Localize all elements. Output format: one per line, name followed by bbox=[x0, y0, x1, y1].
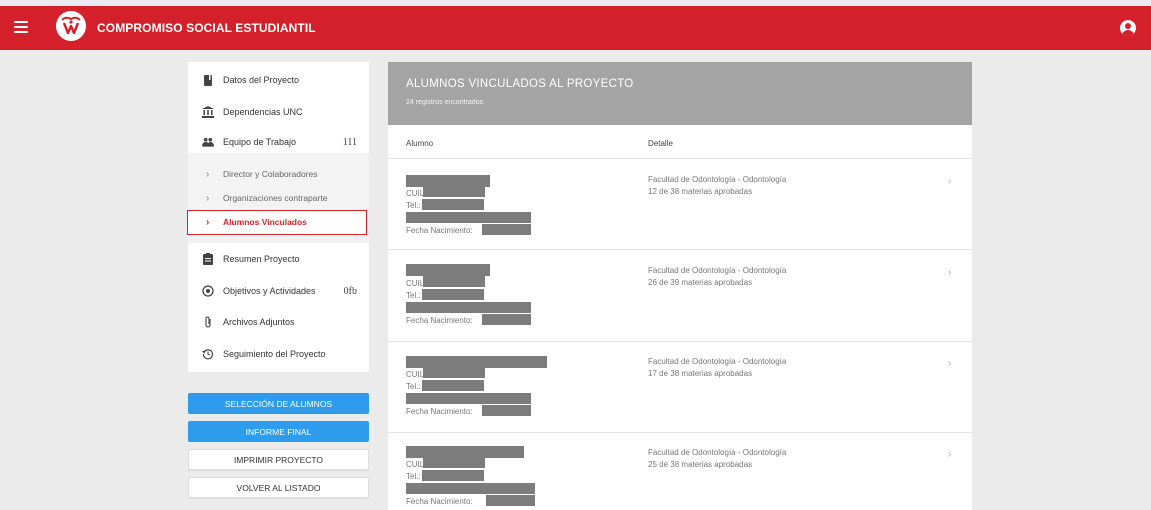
hamburger-menu-icon[interactable] bbox=[14, 21, 28, 33]
faculty-text: Facultad de Odontología - Odontología bbox=[648, 266, 787, 275]
subnav-item-director-colaboradores[interactable]: › Director y Colaboradores bbox=[188, 169, 369, 183]
item-badge: 0fb bbox=[343, 285, 357, 297]
bank-icon bbox=[202, 106, 214, 118]
panel-header: ALUMNOS VINCULADOS AL PROYECTO 24 regist… bbox=[388, 62, 972, 125]
redacted-fecha bbox=[486, 495, 535, 506]
tel-label: Tel.: bbox=[406, 382, 421, 391]
redacted-tel bbox=[422, 289, 484, 300]
column-header-alumno: Alumno bbox=[406, 139, 434, 148]
subnav-item-alumnos-vinculados[interactable]: › Alumnos Vinculados bbox=[187, 210, 367, 235]
redacted-tel bbox=[422, 380, 484, 391]
redacted-cuil bbox=[423, 457, 485, 468]
chevron-right-icon[interactable]: › bbox=[948, 449, 951, 460]
subnav-item-label: Alumnos Vinculados bbox=[223, 217, 307, 227]
sidebar-item-label: Equipo de Trabajo bbox=[223, 137, 297, 147]
redacted-email bbox=[406, 212, 531, 223]
seleccion-alumnos-button[interactable]: SELECCIÓN DE ALUMNOS bbox=[188, 393, 369, 414]
student-row[interactable]: CUIL: Tel.: Fecha Nacimiento: Facultad d… bbox=[388, 159, 972, 249]
tel-label: Tel.: bbox=[406, 201, 421, 210]
sidebar-item-dependencias-unc[interactable]: Dependencias UNC bbox=[188, 104, 369, 120]
tel-label: Tel.: bbox=[406, 291, 421, 300]
sidebar-item-label: Resumen Proyecto bbox=[223, 254, 300, 264]
redacted-cuil bbox=[423, 367, 485, 378]
subnav-item-label: Director y Colaboradores bbox=[223, 169, 318, 179]
project-sidebar: Datos del Proyecto Dependencias UNC Equi… bbox=[187, 62, 369, 372]
sidebar-item-label: Archivos Adjuntos bbox=[223, 317, 295, 327]
column-header-detalle: Detalle bbox=[648, 139, 673, 148]
fecha-label: Fecha Nacimiento: bbox=[406, 226, 473, 235]
item-badge: 111 bbox=[342, 136, 357, 148]
sidebar-item-label: Datos del Proyecto bbox=[223, 75, 300, 85]
app-title: COMPROMISO SOCIAL ESTUDIANTIL bbox=[97, 21, 316, 35]
fecha-label: Fecha Nacimiento: bbox=[406, 316, 473, 325]
tel-label: Tel.: bbox=[406, 472, 421, 481]
sidebar-item-seguimiento-proyecto[interactable]: Seguimiento del Proyecto bbox=[188, 346, 369, 362]
redacted-email bbox=[406, 302, 531, 313]
chevron-right-icon: › bbox=[206, 217, 210, 228]
redacted-email bbox=[406, 393, 531, 404]
materias-text: 26 de 39 materias aprobadas bbox=[648, 278, 753, 287]
volver-listado-button[interactable]: VOLVER AL LISTADO bbox=[188, 477, 369, 498]
chevron-right-icon: › bbox=[206, 193, 210, 204]
redacted-cuil bbox=[423, 276, 485, 287]
panel-title: ALUMNOS VINCULADOS AL PROYECTO bbox=[406, 78, 634, 90]
redacted-fecha bbox=[482, 314, 531, 325]
sidebar-item-label: Dependencias UNC bbox=[223, 107, 303, 117]
materias-text: 12 de 38 materias aprobadas bbox=[648, 187, 753, 196]
redacted-fecha bbox=[482, 224, 531, 235]
clipboard-icon bbox=[202, 253, 214, 265]
record-count: 24 registros encontrados bbox=[406, 99, 484, 106]
radio-target-icon bbox=[202, 285, 214, 297]
history-icon bbox=[202, 348, 214, 360]
chevron-right-icon[interactable]: › bbox=[948, 176, 951, 187]
app-logo-icon[interactable] bbox=[56, 11, 86, 41]
sidebar-item-resumen-proyecto[interactable]: Resumen Proyecto bbox=[188, 251, 369, 267]
fecha-label: Fecha Nacimiento: bbox=[406, 407, 473, 416]
redacted-email bbox=[406, 483, 535, 494]
sidebar-item-archivos-adjuntos[interactable]: Archivos Adjuntos bbox=[188, 314, 369, 330]
equipo-subnav: › Director y Colaboradores › Organizacio… bbox=[187, 153, 369, 243]
redacted-tel bbox=[422, 470, 484, 481]
redacted-name bbox=[406, 264, 490, 276]
imprimir-proyecto-button[interactable]: IMPRIMIR PROYECTO bbox=[188, 449, 369, 470]
sidebar-item-objetivos-actividades[interactable]: Objetivos y Actividades 0fb bbox=[188, 283, 369, 299]
materias-text: 17 de 38 materias aprobadas bbox=[648, 369, 753, 378]
student-row[interactable]: CUIL: Tel.: Fecha Nacimiento: Facultad d… bbox=[388, 433, 972, 510]
informe-final-button[interactable]: INFORME FINAL bbox=[188, 421, 369, 442]
redacted-cuil bbox=[423, 186, 485, 197]
chevron-right-icon: › bbox=[206, 169, 210, 180]
account-circle-icon[interactable] bbox=[1120, 20, 1136, 36]
fecha-label: Fecha Nacimiento: bbox=[406, 497, 473, 506]
faculty-text: Facultad de Odontología - Odontología bbox=[648, 448, 787, 457]
subnav-item-label: Organizaciones contraparte bbox=[223, 193, 328, 203]
redacted-tel bbox=[422, 199, 484, 210]
materias-text: 25 de 38 materias aprobadas bbox=[648, 460, 753, 469]
sidebar-item-datos-proyecto[interactable]: Datos del Proyecto bbox=[188, 72, 369, 88]
chevron-right-icon[interactable]: › bbox=[948, 267, 951, 278]
app-header: COMPROMISO SOCIAL ESTUDIANTIL bbox=[0, 6, 1151, 50]
group-icon bbox=[202, 136, 214, 148]
paperclip-icon bbox=[202, 316, 214, 328]
redacted-fecha bbox=[482, 405, 531, 416]
sidebar-item-equipo-trabajo[interactable]: Equipo de Trabajo 111 bbox=[188, 134, 369, 150]
chevron-right-icon[interactable]: › bbox=[948, 358, 951, 369]
student-row[interactable]: CUIL: Tel.: Fecha Nacimiento: Facultad d… bbox=[388, 250, 972, 340]
book-icon bbox=[202, 74, 214, 86]
subnav-item-organizaciones[interactable]: › Organizaciones contraparte bbox=[188, 193, 369, 207]
faculty-text: Facultad de Odontología - Odontología bbox=[648, 175, 787, 184]
faculty-text: Facultad de Odontología - Odontología bbox=[648, 357, 787, 366]
student-row[interactable]: CUIL: Tel.: Fecha Nacimiento: Facultad d… bbox=[388, 342, 972, 432]
sidebar-item-label: Objetivos y Actividades bbox=[223, 286, 316, 296]
alumnos-panel: ALUMNOS VINCULADOS AL PROYECTO 24 regist… bbox=[388, 62, 972, 510]
sidebar-item-label: Seguimiento del Proyecto bbox=[223, 349, 326, 359]
